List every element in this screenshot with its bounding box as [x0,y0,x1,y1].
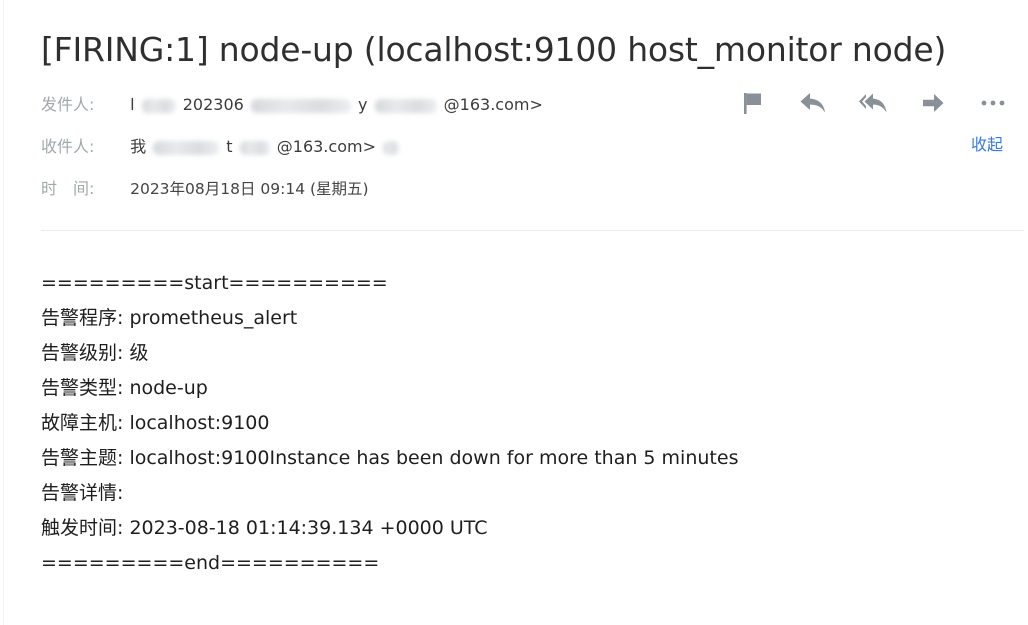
sender-row: 发件人: l 202306 y @163.com> [41,92,543,118]
recipient-address[interactable]: 我 t @163.com> [130,134,401,160]
body-line: 告警程序: prometheus_alert [41,307,298,329]
reply-icon [799,91,827,115]
body-line: 告警详情: [41,482,124,504]
body-line: =========end========== [41,552,380,574]
left-edge-divider [3,0,4,625]
redacted-blur [383,140,400,155]
email-reader-page: [FIRING:1] node-up (localhost:9100 host_… [0,0,1028,625]
message-toolbar [738,88,1008,118]
sender-address-mid: 202306 [182,95,244,114]
flag-button[interactable] [738,88,768,118]
recipient-label: 收件人: [41,137,95,156]
body-line: =========start========== [41,272,388,294]
recipient-address-mid: t [226,137,233,156]
body-line: 告警类型: node-up [41,377,208,399]
collapse-details-link[interactable]: 收起 [971,131,1003,155]
recipient-address-end: @163.com> [276,137,376,156]
sender-address-mid2: y [358,95,368,114]
more-icon [981,99,1005,107]
header-body-divider [41,230,1024,231]
redacted-blur [250,98,351,113]
more-options-button[interactable] [978,88,1008,118]
body-line: 故障主机: localhost:9100 [41,412,270,434]
redacted-blur [153,140,220,155]
redacted-blur [141,98,176,113]
body-line: 告警级别: 级 [41,342,149,364]
time-row: 时 间: 2023年08月18日 09:14 (星期五) [41,176,369,202]
redacted-blur [374,98,437,113]
redacted-blur [239,140,270,155]
reply-all-button[interactable] [858,88,888,118]
sent-time: 2023年08月18日 09:14 (星期五) [130,180,369,198]
reply-button[interactable] [798,88,828,118]
sender-address-start: l [130,95,135,114]
reply-all-icon [858,91,888,115]
email-subject: [FIRING:1] node-up (localhost:9100 host_… [41,30,947,69]
body-line: 触发时间: 2023-08-18 01:14:39.134 +0000 UTC [41,517,488,539]
sender-label: 发件人: [41,95,95,114]
recipient-row: 收件人: 我 t @163.com> [41,134,401,160]
email-body: =========start========== 告警程序: prometheu… [41,266,738,581]
time-label: 时 间: [41,179,95,198]
forward-button[interactable] [918,88,948,118]
flag-icon [742,91,764,115]
sender-address[interactable]: l 202306 y @163.com> [130,92,543,118]
body-line: 告警主题: localhost:9100Instance has been do… [41,447,739,469]
sender-address-end: @163.com> [443,95,543,114]
forward-icon [921,92,945,114]
recipient-address-start: 我 [130,137,147,156]
